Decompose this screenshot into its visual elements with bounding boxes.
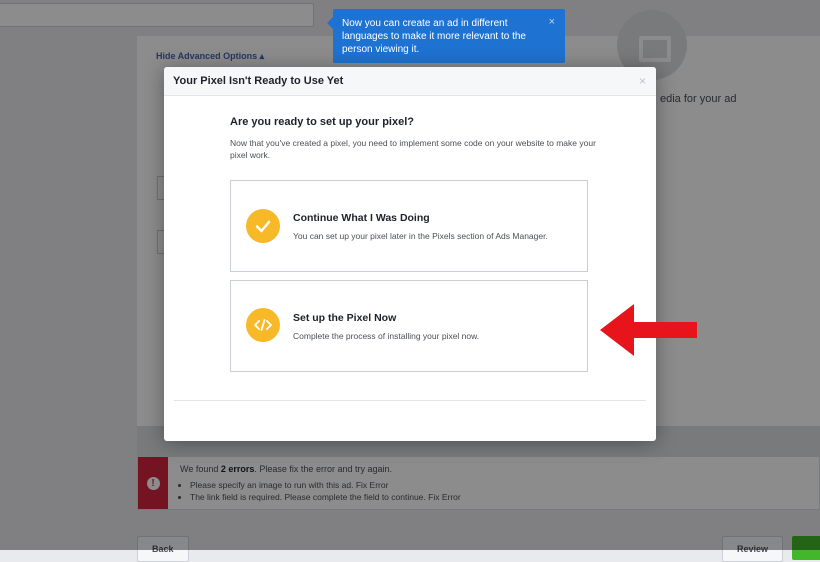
dialog-description: Now that you've created a pixel, you nee… — [230, 138, 596, 160]
option-title: Continue What I Was Doing — [293, 212, 430, 224]
option-description: You can set up your pixel later in the P… — [293, 231, 548, 241]
option-description: Complete the process of installing your … — [293, 331, 480, 341]
dialog-header: Your Pixel Isn't Ready to Use Yet × — [164, 67, 656, 96]
setup-pixel-option[interactable]: Set up the Pixel Now Complete the proces… — [230, 280, 588, 372]
annotation-arrow-icon — [600, 304, 697, 356]
tooltip-close-icon[interactable]: × — [549, 16, 555, 29]
option-title: Set up the Pixel Now — [293, 312, 397, 324]
continue-option[interactable]: Continue What I Was Doing You can set up… — [230, 180, 588, 272]
checkmark-icon — [246, 209, 280, 243]
code-icon — [246, 308, 280, 342]
tooltip-text: Now you can create an ad in different la… — [342, 18, 526, 55]
close-icon[interactable]: × — [639, 74, 646, 88]
dialog-question: Are you ready to set up your pixel? — [230, 116, 414, 128]
pixel-dialog: Your Pixel Isn't Ready to Use Yet × Are … — [164, 67, 656, 441]
dialog-title: Your Pixel Isn't Ready to Use Yet — [173, 75, 344, 87]
dialog-footer-divider — [174, 400, 646, 401]
language-tooltip: Now you can create an ad in different la… — [327, 9, 565, 63]
